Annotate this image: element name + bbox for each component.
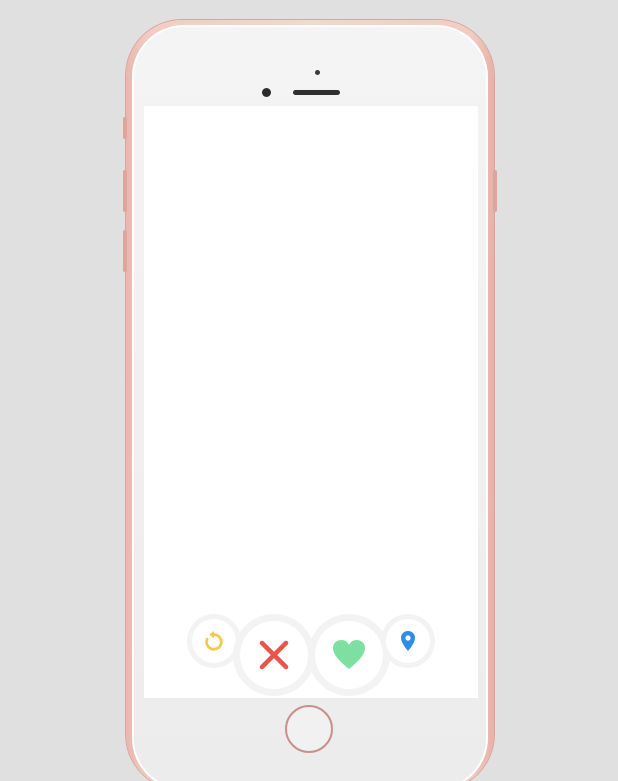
close-x-icon	[259, 640, 289, 670]
undo-icon	[205, 630, 223, 651]
location-button-face	[386, 619, 430, 663]
location-pin-icon	[401, 631, 415, 651]
nope-button[interactable]	[233, 614, 315, 696]
stage	[0, 0, 618, 781]
heart-icon	[333, 640, 365, 669]
front-camera	[262, 88, 271, 97]
power-button[interactable]	[493, 170, 497, 212]
volume-down-button[interactable]	[123, 230, 127, 272]
earpiece-speaker	[293, 90, 340, 95]
undo-button-face	[192, 619, 236, 663]
home-button[interactable]	[285, 705, 333, 753]
location-button[interactable]	[381, 614, 435, 668]
like-button-face	[315, 621, 383, 689]
volume-up-button[interactable]	[123, 170, 127, 212]
proximity-sensor	[315, 70, 320, 75]
mute-switch[interactable]	[123, 117, 127, 139]
app-screen	[144, 106, 478, 698]
nope-button-face	[240, 621, 308, 689]
like-button[interactable]	[308, 614, 390, 696]
